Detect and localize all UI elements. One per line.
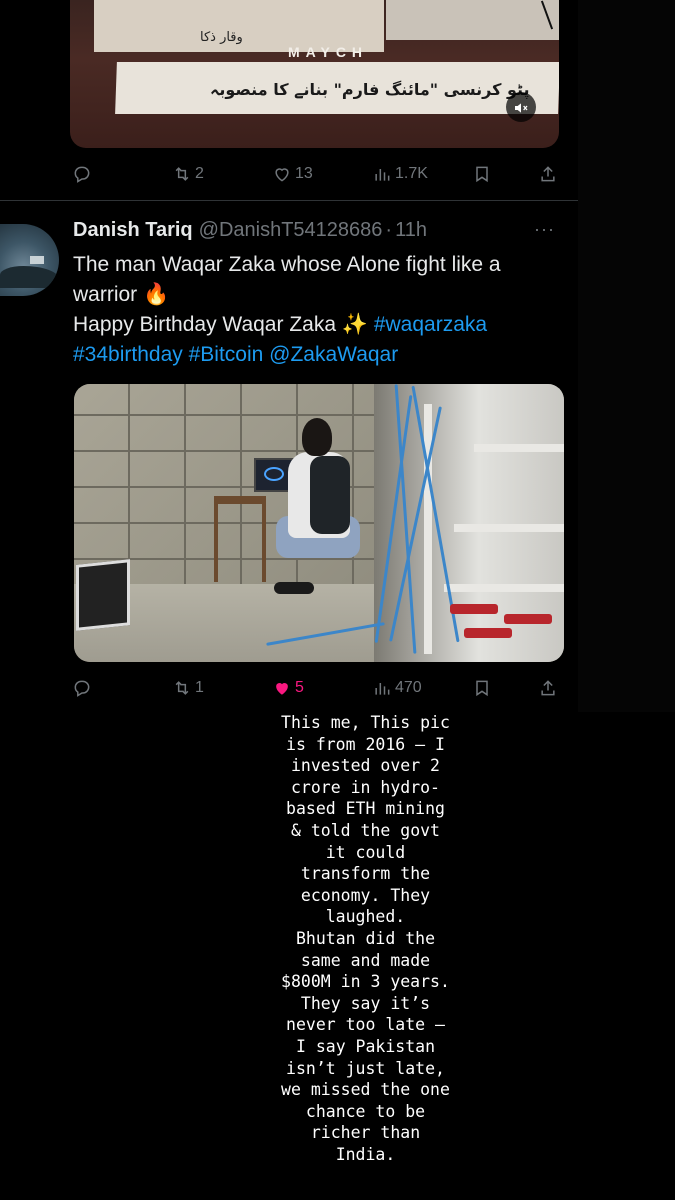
views-count: 1.7K [395, 165, 428, 182]
tweet-text-segment: Happy Birthday Waqar Zaka ✨ [73, 313, 374, 336]
rig-rack-shelf [474, 444, 564, 452]
story-caption-line: $800M in 3 years. [281, 972, 450, 992]
like-count: 13 [295, 165, 313, 182]
old-monitor [76, 559, 130, 631]
hashtag-link[interactable]: #waqarzaka [374, 313, 487, 336]
person-vest [310, 456, 350, 534]
story-caption-line: we missed the one [281, 1080, 450, 1100]
gpu-card [504, 614, 552, 624]
bookmark-button[interactable] [472, 678, 538, 698]
reply-button[interactable] [72, 164, 172, 184]
avatar-house [30, 256, 44, 264]
video-media-card[interactable]: وقار ذکا MAYCH پٹو کرنسی "مائنگ فارم" بن… [70, 0, 559, 148]
story-caption-line: transform the [300, 864, 431, 884]
story-caption-line: They say it’s [300, 993, 431, 1013]
story-caption-line: same and made [300, 950, 431, 970]
story-caption-line: crore in hydro- [290, 777, 440, 797]
story-caption-line: This me, This pic [281, 713, 450, 732]
share-icon [541, 166, 555, 182]
story-caption-line: is from 2016 — I [286, 734, 445, 754]
video-caption-main: پٹو کرنسی "مائنگ فارم" بنانے کا منصوبہ [210, 80, 530, 99]
like-button[interactable]: 13 [272, 164, 372, 184]
story-caption-line: based ETH mining [286, 799, 445, 819]
gpu-card [450, 604, 498, 614]
views-button[interactable]: 470 [372, 678, 472, 698]
post-action-bar: 1 5 470 [72, 676, 558, 700]
speaker-mute-icon[interactable] [506, 92, 536, 122]
reply-icon [74, 166, 90, 183]
hashtag-link[interactable]: #Bitcoin [189, 343, 264, 366]
person-head [302, 418, 332, 456]
story-caption-line: economy. They [300, 885, 431, 905]
tweet-photo[interactable] [74, 384, 564, 662]
laptop-screen-logo [264, 467, 284, 481]
rig-rack-shelf [444, 584, 564, 592]
story-caption-line: richer than [310, 1123, 421, 1143]
tweet-body: The man Waqar Zaka whose Alone fight lik… [73, 250, 568, 370]
heart-icon [275, 168, 289, 182]
bookmark-button[interactable] [472, 164, 538, 184]
post-action-bar: 2 13 1.7K [72, 162, 558, 186]
like-count: 5 [295, 679, 304, 696]
tweet-line: Happy Birthday Waqar Zaka ✨ #waqarzaka [73, 310, 568, 340]
views-chart-icon [375, 683, 390, 695]
bookmark-icon [476, 680, 488, 697]
share-button[interactable] [538, 678, 558, 698]
story-caption-line: chance to be [305, 1101, 426, 1121]
gpu-card [464, 628, 512, 638]
author-name[interactable]: Danish Tariq [73, 219, 193, 241]
avatar-landscape [0, 266, 59, 288]
reply-icon [74, 680, 90, 697]
tweet-header: Danish Tariq @DanishT54128686 · 11h [73, 219, 427, 242]
hashtag-link[interactable]: #34birthday [73, 343, 183, 366]
person-shoe [274, 582, 314, 594]
tweet-line: #34birthday #Bitcoin @ZakaWaqar [73, 340, 568, 370]
tweet-line: warrior 🔥 [73, 283, 170, 306]
avatar[interactable] [0, 224, 59, 296]
story-caption-line: I say Pakistan [295, 1036, 436, 1056]
post-divider [0, 200, 578, 201]
repost-button[interactable]: 2 [172, 164, 272, 184]
repost-icon [175, 167, 189, 181]
story-caption: This me, This pic is from 2016 — Iinveste… [0, 712, 675, 1165]
views-chart-icon [375, 169, 390, 181]
bookmark-icon [476, 166, 488, 183]
author-handle[interactable]: @DanishT54128686 [199, 219, 383, 241]
story-caption-line: invested over 2 [290, 756, 440, 776]
views-button[interactable]: 1.7K [372, 164, 472, 184]
reply-button[interactable] [72, 678, 172, 698]
story-caption-line: & told the govt [290, 820, 440, 840]
views-count: 470 [395, 679, 422, 696]
header-separator: · [385, 219, 393, 241]
like-button[interactable]: 5 [272, 678, 372, 698]
screenshot-margin [578, 0, 675, 712]
tweet-timestamp[interactable]: 11h [395, 219, 427, 241]
repost-count: 1 [195, 679, 204, 696]
repost-icon [175, 681, 189, 695]
tweet-line: The man Waqar Zaka whose Alone fight lik… [73, 253, 501, 276]
rig-rack-shelf [454, 524, 564, 532]
wooden-table [214, 496, 266, 582]
video-caption-small: وقار ذکا [200, 30, 243, 45]
twitter-feed-screenshot: وقار ذکا MAYCH پٹو کرنسی "مائنگ فارم" بن… [0, 0, 578, 712]
video-brand-logo: MAYCH [288, 44, 369, 60]
more-options-icon[interactable]: ··· [534, 219, 555, 240]
story-caption-line: laughed. [325, 907, 406, 927]
repost-button[interactable]: 1 [172, 678, 272, 698]
story-caption-line: Bhutan did the [295, 928, 436, 948]
story-caption-line: isn’t just late, [286, 1058, 445, 1078]
share-button[interactable] [538, 164, 558, 184]
heart-filled-icon [276, 683, 288, 695]
video-sign-board [386, 0, 559, 40]
repost-count: 2 [195, 165, 204, 182]
share-icon [541, 680, 555, 696]
story-caption-line: India. [335, 1144, 396, 1164]
story-caption-line: it could [325, 842, 406, 862]
mention-link[interactable]: @ZakaWaqar [269, 343, 398, 366]
story-caption-line: never too late — [286, 1015, 445, 1035]
